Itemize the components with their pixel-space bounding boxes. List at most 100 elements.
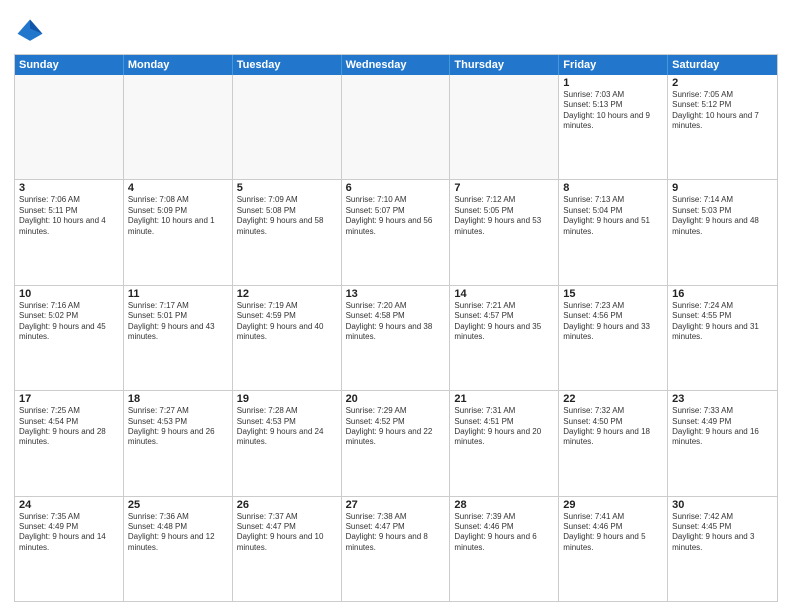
day-cell: 20Sunrise: 7:29 AMSunset: 4:52 PMDayligh… xyxy=(342,391,451,495)
day-cell: 1Sunrise: 7:03 AMSunset: 5:13 PMDaylight… xyxy=(559,75,668,179)
empty-cell xyxy=(450,75,559,179)
day-cell: 21Sunrise: 7:31 AMSunset: 4:51 PMDayligh… xyxy=(450,391,559,495)
day-cell: 8Sunrise: 7:13 AMSunset: 5:04 PMDaylight… xyxy=(559,180,668,284)
day-number: 11 xyxy=(128,288,228,300)
day-number: 14 xyxy=(454,288,554,300)
day-number: 7 xyxy=(454,182,554,194)
day-info: Sunrise: 7:38 AMSunset: 4:47 PMDaylight:… xyxy=(346,512,446,554)
day-info: Sunrise: 7:16 AMSunset: 5:02 PMDaylight:… xyxy=(19,301,119,343)
day-info: Sunrise: 7:21 AMSunset: 4:57 PMDaylight:… xyxy=(454,301,554,343)
day-cell: 15Sunrise: 7:23 AMSunset: 4:56 PMDayligh… xyxy=(559,286,668,390)
calendar: SundayMondayTuesdayWednesdayThursdayFrid… xyxy=(14,54,778,602)
empty-cell xyxy=(15,75,124,179)
day-cell: 13Sunrise: 7:20 AMSunset: 4:58 PMDayligh… xyxy=(342,286,451,390)
day-info: Sunrise: 7:25 AMSunset: 4:54 PMDaylight:… xyxy=(19,406,119,448)
day-info: Sunrise: 7:05 AMSunset: 5:12 PMDaylight:… xyxy=(672,90,773,132)
day-cell: 6Sunrise: 7:10 AMSunset: 5:07 PMDaylight… xyxy=(342,180,451,284)
day-cell: 22Sunrise: 7:32 AMSunset: 4:50 PMDayligh… xyxy=(559,391,668,495)
day-number: 5 xyxy=(237,182,337,194)
day-number: 6 xyxy=(346,182,446,194)
weekday-header: Saturday xyxy=(668,55,777,75)
weekday-header: Thursday xyxy=(450,55,559,75)
day-info: Sunrise: 7:36 AMSunset: 4:48 PMDaylight:… xyxy=(128,512,228,554)
day-cell: 26Sunrise: 7:37 AMSunset: 4:47 PMDayligh… xyxy=(233,497,342,601)
day-number: 23 xyxy=(672,393,773,405)
day-info: Sunrise: 7:37 AMSunset: 4:47 PMDaylight:… xyxy=(237,512,337,554)
day-info: Sunrise: 7:17 AMSunset: 5:01 PMDaylight:… xyxy=(128,301,228,343)
empty-cell xyxy=(124,75,233,179)
day-info: Sunrise: 7:33 AMSunset: 4:49 PMDaylight:… xyxy=(672,406,773,448)
day-cell: 9Sunrise: 7:14 AMSunset: 5:03 PMDaylight… xyxy=(668,180,777,284)
day-info: Sunrise: 7:32 AMSunset: 4:50 PMDaylight:… xyxy=(563,406,663,448)
day-cell: 24Sunrise: 7:35 AMSunset: 4:49 PMDayligh… xyxy=(15,497,124,601)
day-number: 27 xyxy=(346,499,446,511)
calendar-row: 24Sunrise: 7:35 AMSunset: 4:49 PMDayligh… xyxy=(15,496,777,601)
day-info: Sunrise: 7:24 AMSunset: 4:55 PMDaylight:… xyxy=(672,301,773,343)
day-number: 8 xyxy=(563,182,663,194)
day-info: Sunrise: 7:12 AMSunset: 5:05 PMDaylight:… xyxy=(454,195,554,237)
day-info: Sunrise: 7:09 AMSunset: 5:08 PMDaylight:… xyxy=(237,195,337,237)
header xyxy=(14,10,778,48)
weekday-header: Wednesday xyxy=(342,55,451,75)
day-info: Sunrise: 7:31 AMSunset: 4:51 PMDaylight:… xyxy=(454,406,554,448)
day-info: Sunrise: 7:20 AMSunset: 4:58 PMDaylight:… xyxy=(346,301,446,343)
empty-cell xyxy=(342,75,451,179)
day-info: Sunrise: 7:23 AMSunset: 4:56 PMDaylight:… xyxy=(563,301,663,343)
day-number: 12 xyxy=(237,288,337,300)
day-cell: 12Sunrise: 7:19 AMSunset: 4:59 PMDayligh… xyxy=(233,286,342,390)
day-info: Sunrise: 7:03 AMSunset: 5:13 PMDaylight:… xyxy=(563,90,663,132)
day-number: 29 xyxy=(563,499,663,511)
day-cell: 28Sunrise: 7:39 AMSunset: 4:46 PMDayligh… xyxy=(450,497,559,601)
calendar-row: 1Sunrise: 7:03 AMSunset: 5:13 PMDaylight… xyxy=(15,75,777,179)
day-number: 2 xyxy=(672,77,773,89)
calendar-row: 3Sunrise: 7:06 AMSunset: 5:11 PMDaylight… xyxy=(15,179,777,284)
day-info: Sunrise: 7:35 AMSunset: 4:49 PMDaylight:… xyxy=(19,512,119,554)
day-info: Sunrise: 7:27 AMSunset: 4:53 PMDaylight:… xyxy=(128,406,228,448)
day-cell: 19Sunrise: 7:28 AMSunset: 4:53 PMDayligh… xyxy=(233,391,342,495)
day-cell: 25Sunrise: 7:36 AMSunset: 4:48 PMDayligh… xyxy=(124,497,233,601)
day-info: Sunrise: 7:28 AMSunset: 4:53 PMDaylight:… xyxy=(237,406,337,448)
calendar-row: 10Sunrise: 7:16 AMSunset: 5:02 PMDayligh… xyxy=(15,285,777,390)
day-info: Sunrise: 7:10 AMSunset: 5:07 PMDaylight:… xyxy=(346,195,446,237)
day-cell: 17Sunrise: 7:25 AMSunset: 4:54 PMDayligh… xyxy=(15,391,124,495)
day-info: Sunrise: 7:06 AMSunset: 5:11 PMDaylight:… xyxy=(19,195,119,237)
weekday-header: Friday xyxy=(559,55,668,75)
day-info: Sunrise: 7:14 AMSunset: 5:03 PMDaylight:… xyxy=(672,195,773,237)
day-info: Sunrise: 7:42 AMSunset: 4:45 PMDaylight:… xyxy=(672,512,773,554)
weekday-header: Monday xyxy=(124,55,233,75)
day-number: 1 xyxy=(563,77,663,89)
page: SundayMondayTuesdayWednesdayThursdayFrid… xyxy=(0,0,792,612)
day-cell: 16Sunrise: 7:24 AMSunset: 4:55 PMDayligh… xyxy=(668,286,777,390)
day-number: 24 xyxy=(19,499,119,511)
day-cell: 29Sunrise: 7:41 AMSunset: 4:46 PMDayligh… xyxy=(559,497,668,601)
day-number: 26 xyxy=(237,499,337,511)
day-cell: 3Sunrise: 7:06 AMSunset: 5:11 PMDaylight… xyxy=(15,180,124,284)
calendar-row: 17Sunrise: 7:25 AMSunset: 4:54 PMDayligh… xyxy=(15,390,777,495)
day-cell: 14Sunrise: 7:21 AMSunset: 4:57 PMDayligh… xyxy=(450,286,559,390)
day-number: 25 xyxy=(128,499,228,511)
day-cell: 7Sunrise: 7:12 AMSunset: 5:05 PMDaylight… xyxy=(450,180,559,284)
day-cell: 10Sunrise: 7:16 AMSunset: 5:02 PMDayligh… xyxy=(15,286,124,390)
day-cell: 11Sunrise: 7:17 AMSunset: 5:01 PMDayligh… xyxy=(124,286,233,390)
day-number: 10 xyxy=(19,288,119,300)
day-info: Sunrise: 7:41 AMSunset: 4:46 PMDaylight:… xyxy=(563,512,663,554)
day-number: 16 xyxy=(672,288,773,300)
day-number: 18 xyxy=(128,393,228,405)
day-number: 19 xyxy=(237,393,337,405)
day-number: 17 xyxy=(19,393,119,405)
day-number: 3 xyxy=(19,182,119,194)
day-cell: 2Sunrise: 7:05 AMSunset: 5:12 PMDaylight… xyxy=(668,75,777,179)
day-number: 13 xyxy=(346,288,446,300)
day-number: 9 xyxy=(672,182,773,194)
day-info: Sunrise: 7:08 AMSunset: 5:09 PMDaylight:… xyxy=(128,195,228,237)
empty-cell xyxy=(233,75,342,179)
day-cell: 23Sunrise: 7:33 AMSunset: 4:49 PMDayligh… xyxy=(668,391,777,495)
day-info: Sunrise: 7:39 AMSunset: 4:46 PMDaylight:… xyxy=(454,512,554,554)
day-info: Sunrise: 7:13 AMSunset: 5:04 PMDaylight:… xyxy=(563,195,663,237)
day-number: 30 xyxy=(672,499,773,511)
day-number: 15 xyxy=(563,288,663,300)
day-number: 21 xyxy=(454,393,554,405)
day-info: Sunrise: 7:19 AMSunset: 4:59 PMDaylight:… xyxy=(237,301,337,343)
weekday-header: Sunday xyxy=(15,55,124,75)
weekday-header: Tuesday xyxy=(233,55,342,75)
